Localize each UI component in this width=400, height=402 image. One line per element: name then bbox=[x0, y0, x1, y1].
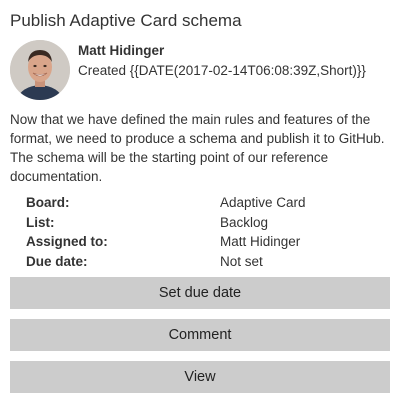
fact-value: Matt Hidinger bbox=[220, 234, 301, 250]
fact-row-board: Board: Adaptive Card bbox=[26, 193, 396, 213]
author-avatar bbox=[10, 40, 70, 100]
author-name: Matt Hidinger bbox=[78, 43, 165, 58]
view-button[interactable]: View bbox=[10, 361, 390, 393]
fact-title: List: bbox=[26, 214, 55, 230]
fact-row-due: Due date: Not set bbox=[26, 252, 396, 272]
comment-button[interactable]: Comment bbox=[10, 319, 390, 351]
fact-row-assigned: Assigned to: Matt Hidinger bbox=[26, 232, 396, 252]
fact-value: Adaptive Card bbox=[220, 195, 306, 211]
fact-value: Backlog bbox=[220, 214, 269, 230]
fact-title: Assigned to: bbox=[26, 234, 108, 250]
fact-row-list: List: Backlog bbox=[26, 213, 396, 233]
set-due-date-button[interactable]: Set due date bbox=[10, 277, 390, 309]
fact-title: Board: bbox=[26, 195, 70, 211]
fact-value: Not set bbox=[220, 253, 263, 269]
created-date: Created {{DATE(2017-02-14T06:08:39Z,Shor… bbox=[78, 63, 366, 78]
card-description: Now that we have defined the main rules … bbox=[10, 112, 385, 184]
fact-title: Due date: bbox=[26, 253, 88, 269]
avatar-portrait-icon bbox=[10, 40, 70, 100]
fact-set: Board: Adaptive Card List: Backlog Assig… bbox=[26, 193, 396, 271]
card-title: Publish Adaptive Card schema bbox=[10, 11, 242, 30]
